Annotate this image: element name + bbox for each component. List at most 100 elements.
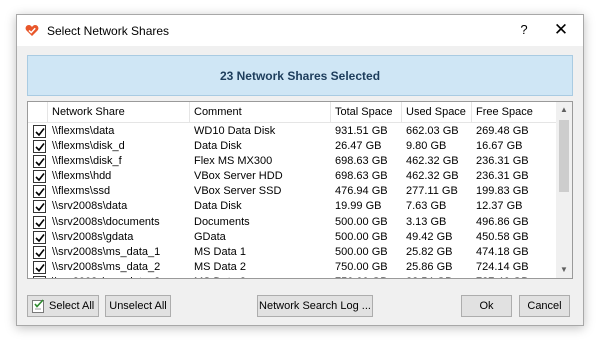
share-checkbox[interactable] (33, 215, 46, 229)
row-checkbox-cell[interactable] (28, 260, 48, 275)
share-checkbox[interactable] (33, 260, 46, 274)
column-header-comment[interactable]: Comment (190, 102, 331, 123)
share-comment: WD10 Data Disk (194, 125, 276, 137)
scroll-down-arrow-icon[interactable]: ▼ (556, 262, 572, 278)
total-space: 931.51 GB (335, 125, 388, 137)
share-checkbox[interactable] (33, 170, 46, 184)
row-checkbox-cell[interactable] (28, 215, 48, 230)
table-row[interactable]: \\flexms\ssd VBox Server SSD 476.94 GB 277.… (28, 184, 556, 199)
share-checkbox[interactable] (33, 230, 46, 244)
share-comment: MS Data 3 (190, 275, 331, 278)
total-space: 26.47 GB (335, 140, 382, 153)
row-checkbox-cell[interactable] (28, 124, 48, 139)
share-checkbox[interactable] (33, 245, 46, 259)
free-space: 16.67 GB (476, 140, 523, 153)
share-path: \\flexms\disk_d (52, 140, 125, 153)
table-row[interactable]: \\srv2008s\ms_data_2 MS Data 2 750.00 GB 25… (28, 260, 556, 275)
table-row[interactable]: \\flexms\disk_f Flex MS MX300 698.63 GB 462… (28, 154, 556, 169)
column-header-check[interactable] (28, 102, 48, 123)
column-header-total-space[interactable]: Total Space (331, 102, 402, 123)
row-checkbox-cell[interactable] (28, 139, 48, 154)
used-space: 662.03 GB (406, 125, 459, 137)
row-checkbox-cell[interactable] (28, 154, 48, 169)
used-space: 25.86 GB (406, 260, 453, 273)
row-checkbox-cell[interactable] (28, 275, 48, 278)
total-space: 19.99 GB (335, 200, 382, 213)
scrollbar-thumb[interactable] (559, 120, 569, 192)
cancel-button[interactable]: Cancel (519, 295, 570, 317)
table-row[interactable]: \\flexms\hdd VBox Server HDD 698.63 GB 462.… (28, 169, 556, 184)
list-rows: \\flexms\data WD10 Data Disk 931.51 GB 662.… (28, 124, 556, 278)
column-header-network-share[interactable]: Network Share (48, 102, 190, 123)
column-header-free-space[interactable]: Free Space (472, 102, 556, 123)
used-space: 9.80 GB (406, 140, 447, 153)
total-space: 698.63 GB (335, 170, 388, 183)
share-path: \\srv2008s\documents (52, 215, 160, 228)
row-checkbox-cell[interactable] (28, 245, 48, 260)
share-checkbox[interactable] (33, 275, 46, 278)
share-comment: Flex MS MX300 (194, 155, 273, 168)
free-space: 727.46 GB (472, 275, 556, 278)
used-space: 49.42 GB (406, 230, 453, 243)
total-space: 750.00 GB (335, 260, 388, 273)
select-all-button[interactable]: Select All (27, 295, 99, 317)
unselect-all-button[interactable]: Unselect All (105, 295, 171, 317)
share-checkbox[interactable] (33, 125, 46, 138)
share-comment: Data Disk (194, 200, 242, 213)
total-space: 500.00 GB (335, 245, 388, 258)
table-row[interactable]: \\srv2008s\ms_data_1 MS Data 1 500.00 GB 25… (28, 245, 556, 260)
ok-button[interactable]: Ok (461, 295, 512, 317)
table-row[interactable]: \\srv2008s\ms_data_3MS Data 3750.00 GB22… (28, 275, 556, 278)
total-space: 500.00 GB (335, 230, 388, 243)
share-checkbox[interactable] (33, 185, 46, 199)
checklist-icon (32, 299, 45, 313)
total-space: 750.00 GB (331, 275, 402, 278)
share-comment: VBox Server SSD (194, 185, 282, 198)
table-row[interactable]: \\srv2008s\data Data Disk 19.99 GB 7.63 GB 1… (28, 199, 556, 214)
row-checkbox-cell[interactable] (28, 230, 48, 245)
free-space: 724.14 GB (476, 260, 529, 273)
close-button[interactable]: ✕ (551, 21, 571, 39)
share-path: \\flexms\hdd (52, 170, 112, 183)
table-row[interactable]: \\srv2008s\documents Documents 500.00 GB 3.… (28, 215, 556, 230)
network-search-log-button[interactable]: Network Search Log ... (257, 295, 373, 317)
share-path: \\flexms\disk_f (52, 155, 122, 168)
share-comment: GData (194, 230, 226, 243)
column-header-used-space[interactable]: Used Space (402, 102, 472, 123)
list-header: Network Share Comment Total Space Used S… (28, 102, 556, 123)
selection-summary-banner: 23 Network Shares Selected (27, 55, 573, 96)
free-space: 450.58 GB (476, 230, 529, 243)
share-path: \\srv2008s\data (52, 200, 128, 213)
table-row[interactable]: \\flexms\disk_d Data Disk 26.47 GB 9.80 GB 1… (28, 139, 556, 154)
table-row[interactable]: \\flexms\data WD10 Data Disk 931.51 GB 662.… (28, 124, 556, 139)
used-space: 7.63 GB (406, 200, 447, 213)
selection-count-text: 23 Network Shares Selected (219, 68, 381, 83)
app-icon (25, 24, 39, 37)
select-all-label: Select All (49, 300, 95, 312)
row-checkbox-cell[interactable] (28, 199, 48, 214)
total-space: 500.00 GB (335, 215, 388, 228)
share-checkbox[interactable] (33, 200, 46, 214)
used-space: 3.13 GB (406, 215, 447, 228)
used-space: 462.32 GB (406, 170, 459, 183)
free-space: 236.31 GB (476, 155, 529, 168)
help-button[interactable]: ? (515, 21, 533, 39)
row-checkbox-cell[interactable] (28, 184, 48, 199)
share-path: \\srv2008s\ms_data_2 (52, 260, 161, 273)
free-space: 496.86 GB (476, 215, 529, 228)
window-title: Select Network Shares (47, 24, 170, 38)
share-checkbox[interactable] (33, 140, 46, 154)
share-comment: MS Data 2 (194, 260, 246, 273)
scroll-up-arrow-icon[interactable]: ▲ (556, 102, 572, 118)
row-checkbox-cell[interactable] (28, 169, 48, 184)
total-space: 698.63 GB (335, 155, 388, 168)
vertical-scrollbar[interactable]: ▲ ▼ (556, 102, 572, 278)
share-comment: MS Data 1 (194, 245, 246, 258)
free-space: 474.18 GB (476, 245, 529, 258)
share-comment: Data Disk (194, 140, 242, 153)
share-path: \\flexms\data (52, 125, 115, 137)
table-row[interactable]: \\srv2008s\gdata GData 500.00 GB 49.42 GB 45… (28, 230, 556, 245)
share-checkbox[interactable] (33, 155, 46, 169)
total-space: 476.94 GB (335, 185, 388, 198)
network-shares-list[interactable]: Network Share Comment Total Space Used S… (27, 101, 573, 279)
